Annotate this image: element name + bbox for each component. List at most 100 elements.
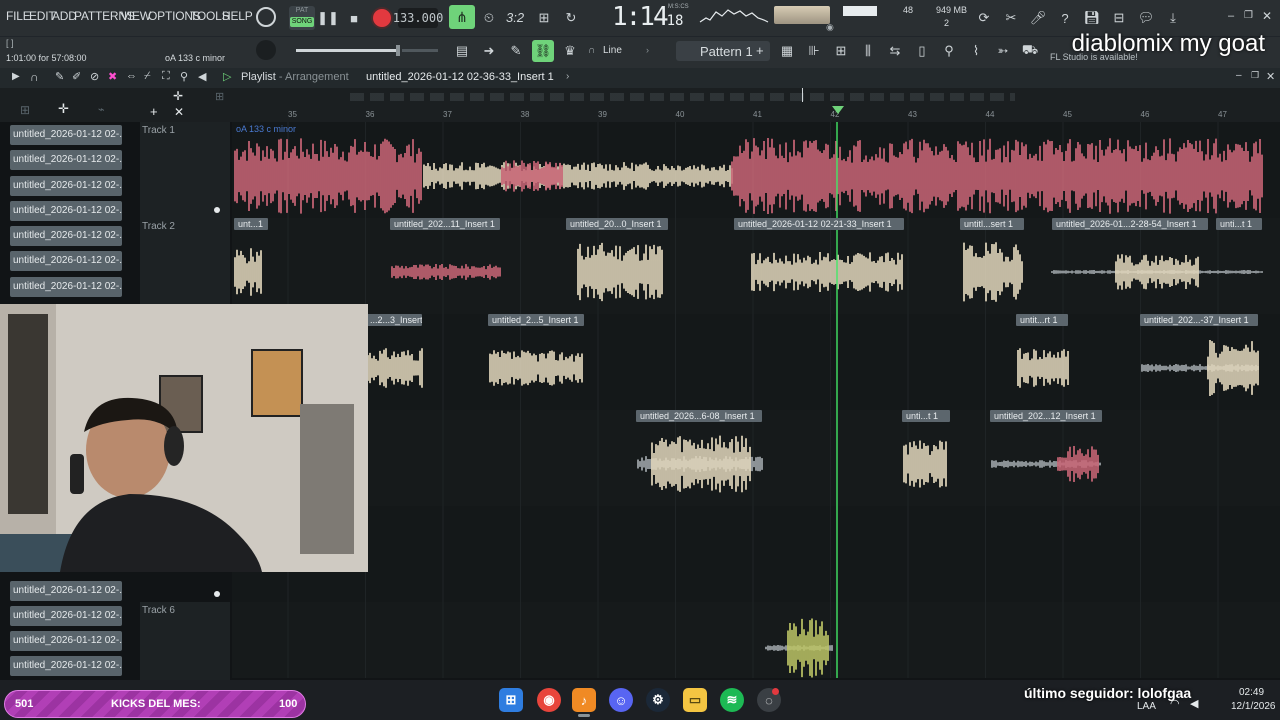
ruler-bar-number[interactable]: 36	[366, 110, 375, 119]
clip-label[interactable]: unti...t 1	[1216, 218, 1262, 230]
pencil-icon[interactable]: ✎	[505, 40, 527, 62]
reset-icon[interactable]: ⟳	[973, 7, 995, 29]
browser-tab-icon[interactable]: ⊞	[20, 103, 30, 117]
windows-start-icon[interactable]: ⊞	[499, 688, 523, 712]
plugin-icon[interactable]: ⚲	[938, 40, 960, 62]
pat-song-toggle[interactable]: PAT SONG	[289, 6, 315, 30]
playlist-maximize-icon[interactable]: ❐	[1251, 70, 1259, 81]
brush-tool-icon[interactable]: ✐	[72, 70, 81, 83]
magnet-icon[interactable]: ∩	[588, 45, 595, 56]
clip-label[interactable]: untitled_2026-01...2-28-54_Insert 1	[1052, 218, 1208, 230]
playlist-play-icon[interactable]: ▷	[223, 70, 231, 83]
ruler-bar-number[interactable]: 45	[1063, 110, 1072, 119]
arrangement-canvas[interactable]	[232, 122, 1280, 678]
tools-icon[interactable]: ✂	[1000, 7, 1022, 29]
browser-snap-icon[interactable]: ✛	[58, 101, 69, 117]
speaker-tool-icon[interactable]: ◀	[198, 70, 206, 83]
menu-file[interactable]: FILE	[6, 9, 31, 23]
pencil-tool-icon[interactable]: ✎	[55, 70, 64, 83]
close-icon[interactable]: ✕	[1262, 9, 1272, 23]
clip-label[interactable]: untitled_202...11_Insert 1	[390, 218, 500, 230]
delete-tool-icon[interactable]: ⊘	[90, 70, 99, 83]
track-6-dot[interactable]	[214, 591, 220, 597]
clip-label[interactable]: untitled_2026-01-12 02-21-33_Insert 1	[734, 218, 904, 230]
menu-view[interactable]: VIEW	[121, 9, 151, 23]
wait-input-icon[interactable]: ⏲	[478, 7, 500, 29]
add-track-icon[interactable]: +	[150, 104, 158, 119]
ruler-bar-number[interactable]: 38	[521, 110, 530, 119]
slice-tool-icon[interactable]: ⌿	[144, 70, 151, 83]
file-explorer-icon[interactable]: ▭	[683, 688, 707, 712]
chrome-icon[interactable]: ◉	[537, 688, 561, 712]
browser-channel-item[interactable]: untitled_2026-01-12 02-...	[10, 581, 122, 601]
playlist-icon[interactable]: ▦	[776, 40, 798, 62]
piano-roll-icon[interactable]: ▤	[451, 40, 473, 62]
clip-label[interactable]: untitled_202...12_Insert 1	[990, 410, 1102, 422]
ruler-bar-number[interactable]: 40	[676, 110, 685, 119]
track-1-header[interactable]	[140, 122, 230, 218]
ruler-bar-number[interactable]: 46	[1141, 110, 1150, 119]
ruler-bar-number[interactable]: 44	[986, 110, 995, 119]
wifi-icon[interactable]: ◠	[1170, 697, 1180, 710]
ruler-bar-number[interactable]: 43	[908, 110, 917, 119]
record-button[interactable]	[371, 7, 393, 29]
metronome-icon[interactable]: ⋔	[449, 5, 475, 29]
browser-channel-item[interactable]: untitled_2026-01-12 02-...	[10, 277, 122, 297]
loop-record-icon[interactable]: ↻	[560, 7, 582, 29]
menu-help[interactable]: HELP	[222, 9, 253, 23]
browser-channel-item[interactable]: untitled_2026-01-12 02-...	[10, 631, 122, 651]
browser-channel-item[interactable]: untitled_2026-01-12 02-...	[10, 656, 122, 676]
eye-icon[interactable]: ◉	[826, 22, 834, 33]
maximize-icon[interactable]: ❐	[1244, 10, 1253, 21]
song-overview[interactable]	[350, 93, 1015, 101]
fl-studio-icon[interactable]: ♪	[572, 688, 596, 712]
add-pattern-icon[interactable]: +	[756, 43, 764, 58]
channel-rack-icon[interactable]: ⊪	[803, 40, 825, 62]
browser-channel-item[interactable]: untitled_2026-01-12 02-...	[10, 226, 122, 246]
browser-channel-item[interactable]: untitled_2026-01-12 02-...	[10, 150, 122, 170]
mute-tool-icon[interactable]: ✖	[108, 70, 117, 83]
chat-icon[interactable]: 💬︎	[1135, 7, 1157, 29]
snap-arrow-icon[interactable]: ›	[646, 45, 649, 55]
ruler-bar-number[interactable]: 35	[288, 110, 297, 119]
arrow-icon[interactable]: ➜	[478, 40, 500, 62]
clip-label[interactable]: untitled_2026...6-08_Insert 1	[636, 410, 762, 422]
mixer-icon[interactable]: ⊟	[1108, 7, 1130, 29]
sliders-icon[interactable]: ⫼	[857, 40, 879, 62]
pitch-slider[interactable]	[402, 49, 438, 52]
track-2-label[interactable]: Track 2	[142, 221, 175, 232]
clip-label[interactable]: unti...t 1	[902, 410, 950, 422]
volume-knob[interactable]	[256, 40, 276, 60]
remove-track-icon[interactable]: ✕	[174, 105, 184, 119]
clip-label[interactable]: unt...1	[234, 218, 268, 230]
routing-icon[interactable]: ⇆	[884, 40, 906, 62]
help-icon[interactable]: ?	[1054, 7, 1076, 29]
pause-button[interactable]: ❚❚	[317, 7, 339, 29]
ruler-bar-number[interactable]: 37	[443, 110, 452, 119]
master-volume-slider[interactable]	[296, 49, 396, 52]
track-1-label[interactable]: Track 1	[142, 125, 175, 136]
tray-time[interactable]: 02:49	[1239, 687, 1264, 698]
slip-tool-icon[interactable]: ⇔	[126, 70, 137, 82]
playlist-close-icon[interactable]: ✕	[1266, 70, 1275, 83]
zoom-tool-icon[interactable]: ⚲	[180, 70, 188, 83]
browser-channel-item[interactable]: untitled_2026-01-12 02-...	[10, 251, 122, 271]
track-1-dot[interactable]	[214, 207, 220, 213]
browser-tool-icon[interactable]: ⌁	[98, 103, 105, 116]
clip-label[interactable]: untitl...sert 1	[960, 218, 1024, 230]
link-icon[interactable]: ⛓	[532, 40, 554, 62]
ruler-bar-number[interactable]: 47	[1218, 110, 1227, 119]
clip-label[interactable]: oA 133 c minor	[236, 124, 296, 134]
tray-date[interactable]: 12/1/2026	[1231, 701, 1276, 712]
ruler-bar-number[interactable]: 39	[598, 110, 607, 119]
cart-icon[interactable]: ⛟	[1019, 40, 1041, 62]
slider-handle[interactable]	[396, 45, 400, 56]
save-icon[interactable]: 💾︎	[1081, 7, 1103, 29]
microphone-icon[interactable]: 🎤︎	[1027, 7, 1049, 29]
clip-menu-arrow-icon[interactable]: ›	[566, 71, 569, 82]
hint-knob-icon[interactable]	[256, 7, 276, 27]
bird-icon[interactable]: ➳	[992, 40, 1014, 62]
headphones-icon[interactable]: ∩	[30, 70, 39, 84]
download-icon[interactable]: ⤓	[1162, 7, 1184, 29]
speaker-icon[interactable]: ◀	[1190, 697, 1198, 710]
